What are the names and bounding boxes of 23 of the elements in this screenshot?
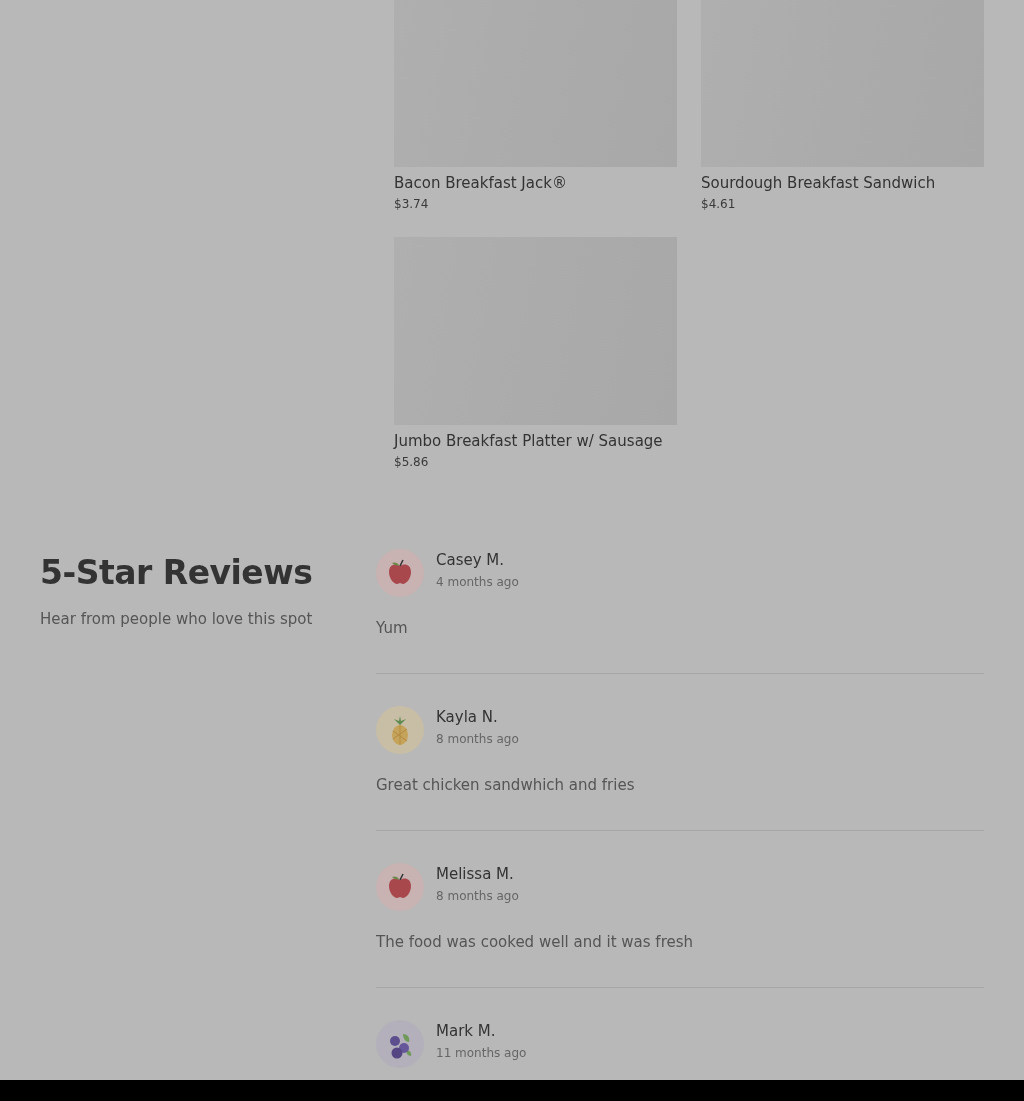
review-text: Yum <box>376 618 409 638</box>
item-name: Jumbo Breakfast Platter w/ Sausage <box>394 431 664 452</box>
pineapple-avatar-icon <box>376 706 424 754</box>
review-time: 11 months ago <box>436 1046 527 1060</box>
reviewer-name: Mark M. <box>436 1021 497 1041</box>
review-time: 8 months ago <box>436 732 519 746</box>
apple-avatar-icon <box>376 549 424 597</box>
reviewer-name: Melissa M. <box>436 864 515 884</box>
item-price: $3.74 <box>394 196 430 213</box>
section-title: 5-Star Reviews <box>40 553 314 592</box>
reviewer-name: Kayla N. <box>436 707 499 727</box>
item-name: Sourdough Breakfast Sandwich <box>701 173 937 194</box>
review-time: 8 months ago <box>436 889 519 903</box>
reviewer-name: Casey M. <box>436 550 506 570</box>
section-subtitle: Hear from people who love this spot <box>40 610 314 628</box>
item-name: Bacon Breakfast Jack® <box>394 173 568 194</box>
review-text: Great chicken sandwhich and fries <box>376 775 636 795</box>
apple-avatar-icon <box>376 863 424 911</box>
blueberry-avatar-icon <box>376 1020 424 1068</box>
item-price: $4.61 <box>701 196 737 213</box>
item-price: $5.86 <box>394 454 430 471</box>
review-time: 4 months ago <box>436 575 519 589</box>
review-text: The food was cooked well and it was fresh <box>376 932 695 952</box>
